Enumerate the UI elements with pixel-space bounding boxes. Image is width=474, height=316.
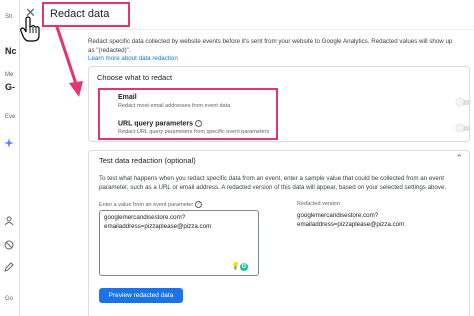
- test-description: To test what happens when you redact spe…: [99, 175, 447, 191]
- dialog-description: Redact specific data collected by websit…: [88, 38, 460, 64]
- block-icon: [4, 240, 14, 250]
- url-query-toggle[interactable]: [456, 124, 472, 132]
- email-toggle[interactable]: [456, 98, 472, 106]
- sparkle-icon: [4, 138, 14, 148]
- background-page-strip: Str Nc Me G- Eve Go: [0, 0, 20, 316]
- redact-data-dialog: ✕ Redact data Redact specific data colle…: [20, 0, 474, 316]
- background-text-fragment: Me: [5, 72, 14, 78]
- toggle-knob: [456, 124, 464, 132]
- background-text-fragment: Nc: [5, 46, 17, 56]
- lightbulb-icon[interactable]: 💡: [231, 263, 240, 271]
- description-text: Redact specific data collected by websit…: [88, 38, 453, 54]
- input-label: Enter a value from an event parameter?: [99, 201, 203, 208]
- email-option-label: Email: [118, 94, 137, 101]
- grammarly-icon[interactable]: G: [240, 263, 248, 271]
- background-text-fragment: Str: [5, 14, 13, 20]
- hand-pointer-icon: [20, 16, 40, 42]
- redacted-version-label: Redacted version: [297, 201, 340, 207]
- background-text-fragment: G-: [5, 82, 15, 92]
- person-icon: [4, 216, 14, 226]
- toggle-knob: [456, 98, 464, 106]
- dialog-title: Redact data: [50, 8, 110, 20]
- redacted-line: emailaddress=pizzaplease@pizza.com: [297, 220, 405, 228]
- dialog-description-block: Redact specific data collected by websit…: [88, 38, 468, 64]
- url-query-label-text: URL query parameters: [118, 120, 193, 128]
- redacted-line: googlemercandisestore.com?: [297, 212, 379, 219]
- preview-redacted-data-button[interactable]: Preview redacted data: [99, 288, 183, 303]
- url-query-option-help: Redact URL query parameters from specifi…: [118, 129, 270, 135]
- textarea-line: emailaddress=pizzaplease@pizza.com: [104, 222, 212, 230]
- background-text-fragment: Eve: [5, 114, 16, 120]
- chevron-up-icon[interactable]: ⌃: [455, 153, 463, 164]
- choose-redact-title: Choose what to redact: [97, 73, 173, 82]
- test-value-textarea[interactable]: googlemercandisestore.com? emailaddress=…: [99, 210, 259, 276]
- test-section-title[interactable]: Test data redaction (optional): [99, 156, 196, 165]
- help-icon[interactable]: ?: [195, 201, 203, 208]
- learn-more-link[interactable]: Learn more about data redaction: [88, 55, 178, 62]
- input-label-text: Enter a value from an event parameter: [99, 201, 194, 208]
- email-option-help: Redact most email addresses from event d…: [118, 103, 231, 109]
- help-icon[interactable]: ?: [194, 120, 202, 127]
- test-redaction-section: Test data redaction (optional) ⌃ To test…: [88, 150, 470, 316]
- edit-icon: [4, 262, 14, 272]
- redacted-output: googlemercandisestore.com? emailaddress=…: [297, 212, 404, 229]
- background-text-fragment: Go: [5, 296, 14, 302]
- url-query-option-label: URL query parameters?: [118, 120, 202, 127]
- textarea-line: googlemercandisestore.com?: [104, 214, 186, 221]
- title-highlight-box: Redact data: [42, 2, 130, 27]
- dialog-header: ✕ Redact data: [20, 0, 474, 30]
